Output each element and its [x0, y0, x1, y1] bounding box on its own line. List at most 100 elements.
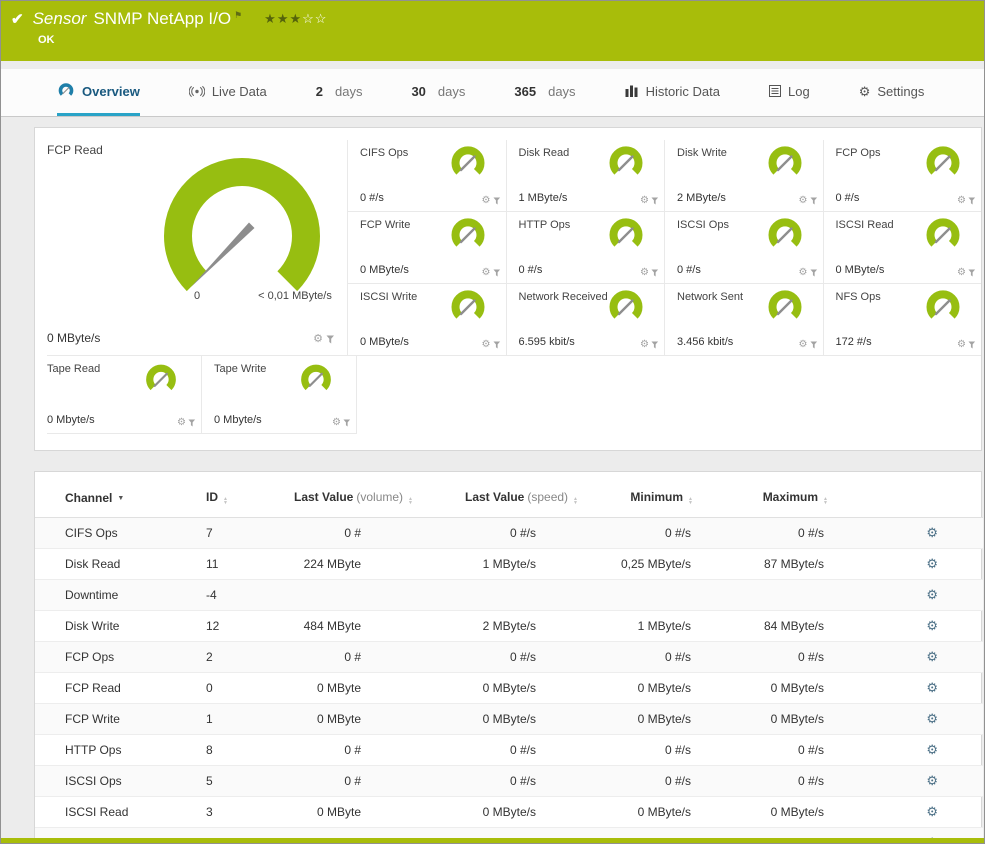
channel-settings-icon[interactable]: ⚙: [926, 680, 938, 695]
pin-icon[interactable]: [968, 197, 976, 205]
gear-icon[interactable]: ⚙: [313, 334, 323, 345]
gear-icon[interactable]: ⚙: [482, 268, 491, 278]
gear-icon[interactable]: ⚙: [640, 340, 649, 350]
tab-settings[interactable]: ⚙ Settings: [859, 69, 925, 116]
channel-row[interactable]: FCP Read 0 0 MByte 0 MByte/s 0 MByte/s 0…: [35, 672, 983, 704]
gear-icon[interactable]: ⚙: [177, 418, 186, 428]
tab-live-data[interactable]: Live Data: [188, 69, 267, 116]
channel-row[interactable]: Downtime -4 ⚙: [35, 579, 983, 611]
cell-last-volume: 484 MByte: [246, 610, 421, 642]
gauge-dial[interactable]: [765, 290, 805, 326]
gauge-dial[interactable]: [448, 146, 488, 182]
gear-icon[interactable]: ⚙: [640, 196, 649, 206]
gear-icon[interactable]: ⚙: [799, 340, 808, 350]
mini-gauge-network-received: Network Received 6.595 kbit/s ⚙: [505, 284, 664, 356]
gauge-dial[interactable]: [606, 146, 646, 182]
gauge-dial[interactable]: [923, 218, 963, 254]
gauge-dial[interactable]: [448, 290, 488, 326]
gear-icon[interactable]: ⚙: [957, 196, 966, 206]
pin-icon[interactable]: [492, 197, 501, 205]
pin-icon[interactable]: [651, 341, 659, 349]
gear-icon[interactable]: ⚙: [799, 268, 808, 278]
tab-log[interactable]: Log: [768, 69, 810, 116]
channel-settings-icon[interactable]: ⚙: [926, 773, 938, 788]
channel-settings-icon[interactable]: ⚙: [926, 618, 938, 633]
gauge-dial[interactable]: [923, 146, 963, 182]
pin-icon[interactable]: [651, 197, 659, 205]
col-header-minimum[interactable]: Minimum ▲ ▼: [586, 472, 701, 518]
pin-icon[interactable]: [343, 419, 351, 427]
cell-maximum: 0 #/s: [701, 734, 836, 766]
gauge-dial[interactable]: [765, 146, 805, 182]
channel-settings-icon[interactable]: ⚙: [926, 649, 938, 664]
channel-row[interactable]: Disk Read 11 224 MByte 1 MByte/s 0,25 MB…: [35, 548, 983, 580]
gear-icon[interactable]: ⚙: [640, 268, 649, 278]
channel-settings-icon[interactable]: ⚙: [926, 587, 938, 602]
channel-row[interactable]: ISCSI Ops 5 0 # 0 #/s 0 #/s 0 #/s ⚙: [35, 765, 983, 797]
gauge-dial[interactable]: [606, 290, 646, 326]
channel-value: 2 MByte/s: [677, 192, 726, 204]
star-filled-icon[interactable]: ★: [277, 11, 290, 26]
gauge-dial[interactable]: [448, 218, 488, 254]
channel-row[interactable]: FCP Write 1 0 MByte 0 MByte/s 0 MByte/s …: [35, 703, 983, 735]
gear-icon[interactable]: ⚙: [332, 418, 341, 428]
col-header-maximum[interactable]: Maximum ▲ ▼: [701, 472, 836, 518]
gear-icon[interactable]: ⚙: [482, 340, 491, 350]
bottom-accent-bar: [1, 838, 984, 843]
channel-row[interactable]: Disk Write 12 484 MByte 2 MByte/s 1 MByt…: [35, 610, 983, 642]
gauge-dial[interactable]: [143, 364, 179, 397]
channel-settings-icon[interactable]: ⚙: [926, 556, 938, 571]
cell-id: 2: [171, 641, 246, 673]
gear-icon[interactable]: ⚙: [957, 268, 966, 278]
pin-icon[interactable]: [968, 341, 976, 349]
star-empty-icon[interactable]: ☆: [302, 11, 315, 26]
sort-icon: ▲ ▼: [688, 496, 693, 506]
cell-last-speed: 2 MByte/s: [421, 610, 586, 642]
pin-icon[interactable]: [809, 269, 818, 277]
pin-icon[interactable]: [809, 341, 818, 349]
tab-overview[interactable]: Overview: [57, 69, 140, 116]
channel-settings-icon[interactable]: ⚙: [926, 525, 938, 540]
gauge-dial[interactable]: [765, 218, 805, 254]
sensor-header: ✔ Sensor SNMP NetApp I/O ⚑ ★★★☆☆ OK: [1, 1, 984, 61]
pin-icon[interactable]: [188, 419, 196, 427]
star-filled-icon[interactable]: ★: [289, 11, 302, 26]
gear-icon[interactable]: ⚙: [482, 196, 491, 206]
gear-icon[interactable]: ⚙: [799, 196, 808, 206]
cell-last-volume: 0 MByte: [246, 672, 421, 704]
gear-icon[interactable]: ⚙: [957, 340, 966, 350]
cell-maximum: 0 MByte/s: [701, 703, 836, 735]
tab-30-days[interactable]: 30 days: [411, 69, 465, 116]
channel-settings-icon[interactable]: ⚙: [926, 742, 938, 757]
pin-icon[interactable]: [492, 269, 501, 277]
gauge-dial[interactable]: [923, 290, 963, 326]
channel-settings-icon[interactable]: ⚙: [926, 711, 938, 726]
tab-365-days[interactable]: 365 days: [514, 69, 575, 116]
channel-row[interactable]: ISCSI Read 3 0 MByte 0 MByte/s 0 MByte/s…: [35, 796, 983, 828]
tab-2-days[interactable]: 2 days: [316, 69, 363, 116]
col-header-last-value-speed[interactable]: Last Value (speed) ▲ ▼: [421, 472, 586, 518]
star-empty-icon[interactable]: ☆: [315, 11, 328, 26]
channel-row[interactable]: HTTP Ops 8 0 # 0 #/s 0 #/s 0 #/s ⚙: [35, 734, 983, 766]
gauge-dial[interactable]: [298, 364, 334, 397]
pin-icon[interactable]: [326, 335, 335, 344]
col-header-last-value-volume[interactable]: Last Value (volume) ▲ ▼: [246, 472, 421, 518]
star-filled-icon[interactable]: ★: [264, 11, 277, 26]
pin-icon[interactable]: [651, 269, 659, 277]
sensor-title-row: ✔ Sensor SNMP NetApp I/O ⚑ ★★★☆☆: [11, 9, 970, 29]
priority-rating[interactable]: ★★★☆☆: [264, 11, 327, 27]
channel-row[interactable]: CIFS Ops 7 0 # 0 #/s 0 #/s 0 #/s ⚙: [35, 517, 983, 549]
cell-minimum: 1 MByte/s: [586, 610, 701, 642]
cell-id: 11: [171, 548, 246, 580]
col-header-id[interactable]: ID ▲ ▼: [171, 472, 246, 518]
tab-historic-data[interactable]: Historic Data: [625, 69, 720, 116]
status-ok-icon: ✔: [11, 11, 24, 28]
gauge-dial[interactable]: [606, 218, 646, 254]
pin-icon[interactable]: [492, 341, 501, 349]
pin-icon[interactable]: [968, 269, 976, 277]
channel-row[interactable]: FCP Ops 2 0 # 0 #/s 0 #/s 0 #/s ⚙: [35, 641, 983, 673]
channel-value: 6.595 kbit/s: [518, 336, 575, 348]
channel-settings-icon[interactable]: ⚙: [926, 804, 938, 819]
col-header-channel[interactable]: Channel ▼: [35, 472, 171, 518]
pin-icon[interactable]: [809, 197, 818, 205]
